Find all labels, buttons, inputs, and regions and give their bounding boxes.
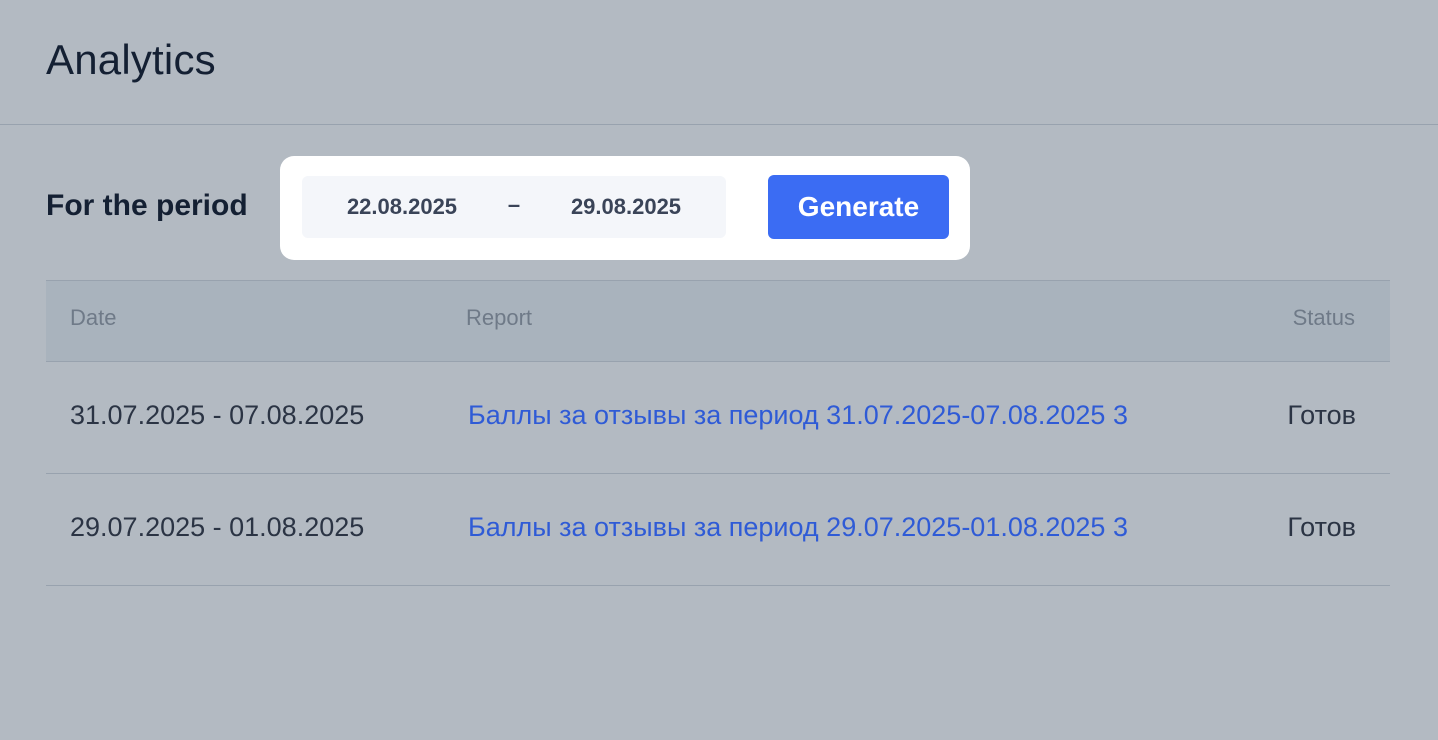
date-range-field[interactable]: – <box>302 176 726 238</box>
row-status: Готов <box>1287 400 1356 430</box>
report-link[interactable]: Баллы за отзывы за период 31.07.2025-07.… <box>468 400 1128 431</box>
row-date: 29.07.2025 - 01.08.2025 <box>70 512 365 542</box>
generate-button[interactable]: Generate <box>768 175 949 239</box>
row-status: Готов <box>1287 512 1356 542</box>
table-header: Date Report Status <box>46 280 1390 362</box>
period-picker: – Generate <box>280 156 970 260</box>
period-label: For the period <box>46 189 248 222</box>
column-header-date: Date <box>70 305 117 330</box>
date-from-input[interactable] <box>322 176 482 238</box>
page-header: Analytics <box>0 0 1438 125</box>
report-link[interactable]: Баллы за отзывы за период 29.07.2025-01.… <box>468 512 1128 543</box>
date-to-input[interactable] <box>546 176 706 238</box>
column-header-report: Report <box>466 305 533 330</box>
table-row: 31.07.2025 - 07.08.2025 Баллы за отзывы … <box>46 362 1390 474</box>
column-header-status: Status <box>1292 305 1355 330</box>
page-title: Analytics <box>46 36 216 83</box>
date-separator: – <box>507 192 521 217</box>
row-date: 31.07.2025 - 07.08.2025 <box>70 400 365 430</box>
reports-table: Date Report Status 31.07.2025 - 07.08.20… <box>46 280 1390 586</box>
table-row: 29.07.2025 - 01.08.2025 Баллы за отзывы … <box>46 474 1390 586</box>
